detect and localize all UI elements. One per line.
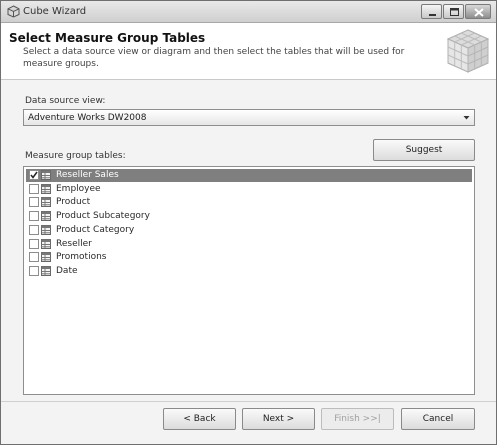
wizard-header: Select Measure Group Tables Select a dat…: [1, 23, 496, 80]
page-description: Select a data source view or diagram and…: [23, 47, 405, 69]
table-checkbox[interactable]: [29, 265, 39, 276]
table-row-label: Product Subcategory: [56, 211, 150, 222]
table-row[interactable]: Reseller Sales: [26, 169, 472, 182]
table-row[interactable]: Product: [26, 196, 472, 209]
cancel-button[interactable]: Cancel: [401, 408, 475, 430]
table-icon: [41, 224, 51, 235]
table-icon: [41, 183, 51, 194]
page-title: Select Measure Group Tables: [9, 31, 206, 45]
table-row[interactable]: Date: [26, 265, 472, 278]
suggest-button[interactable]: Suggest: [373, 139, 475, 161]
window-title: Cube Wizard: [23, 6, 87, 17]
table-row-label: Promotions: [56, 252, 107, 263]
table-row-label: Product Category: [56, 224, 135, 235]
table-row[interactable]: Reseller: [26, 238, 472, 251]
table-row[interactable]: Promotions: [26, 251, 472, 264]
minimize-button[interactable]: [421, 4, 442, 19]
table-icon: [41, 211, 51, 222]
title-bar[interactable]: Cube Wizard: [1, 1, 496, 23]
cube-icon: [7, 5, 20, 18]
table-row[interactable]: Employee: [26, 183, 472, 196]
cube-wizard-window: Cube Wizard Select Measure Group Tables …: [0, 0, 497, 445]
table-icon: [41, 252, 51, 263]
next-button[interactable]: Next >: [242, 408, 315, 430]
table-checkbox[interactable]: [29, 170, 39, 180]
maximize-icon: [450, 8, 459, 16]
chevron-down-icon: [463, 116, 470, 120]
table-icon: [41, 238, 51, 249]
table-row[interactable]: Product Subcategory: [26, 210, 472, 223]
table-row[interactable]: Product Category: [26, 224, 472, 237]
table-row-label: Product: [56, 197, 91, 208]
table-checkbox[interactable]: [29, 238, 39, 249]
maximize-button[interactable]: [443, 4, 464, 19]
checkmark-icon: [30, 171, 38, 179]
table-icon: [41, 170, 51, 180]
table-checkbox[interactable]: [29, 224, 39, 235]
data-source-view-value: Adventure Works DW2008: [28, 113, 147, 123]
data-source-view-label: Data source view:: [25, 96, 106, 106]
close-button[interactable]: [465, 4, 491, 19]
data-source-view-dropdown[interactable]: Adventure Works DW2008: [23, 109, 475, 126]
minimize-icon: [429, 14, 436, 16]
table-checkbox[interactable]: [29, 183, 39, 194]
back-button[interactable]: < Back: [163, 408, 236, 430]
measure-group-tables-list[interactable]: Reseller Sales Employee Product Product Sub…: [23, 166, 475, 395]
table-checkbox[interactable]: [29, 197, 39, 208]
table-icon: [41, 197, 51, 208]
table-row-label: Reseller Sales: [56, 170, 119, 180]
table-checkbox[interactable]: [29, 211, 39, 222]
cube-grid-icon: [446, 29, 490, 73]
table-row-label: Reseller: [56, 238, 92, 249]
finish-button[interactable]: Finish >>|: [321, 408, 394, 430]
table-icon: [41, 265, 51, 276]
close-icon: [474, 8, 484, 17]
footer-divider: [1, 401, 496, 402]
table-row-label: Employee: [56, 183, 101, 194]
table-checkbox[interactable]: [29, 252, 39, 263]
measure-group-tables-label: Measure group tables:: [25, 151, 126, 161]
table-row-label: Date: [56, 265, 78, 276]
